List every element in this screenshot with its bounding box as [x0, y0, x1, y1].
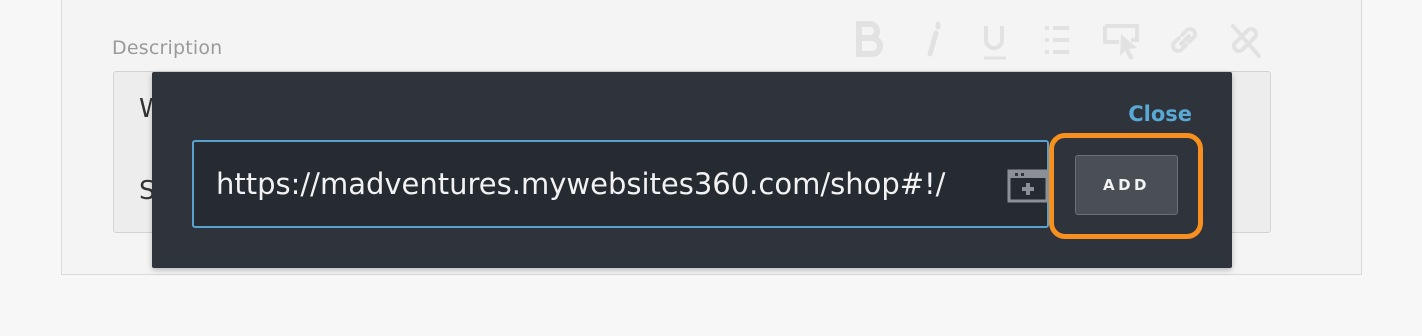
url-input[interactable] [216, 160, 996, 208]
underline-icon[interactable] [976, 18, 1016, 62]
unlink-icon[interactable] [1225, 18, 1265, 62]
description-label: Description [112, 37, 223, 59]
list-icon[interactable] [1039, 18, 1079, 62]
bold-icon[interactable] [852, 18, 892, 62]
editor-toolbar [852, 18, 1272, 62]
italic-icon[interactable] [916, 18, 956, 62]
add-button[interactable]: ADD [1075, 155, 1178, 215]
select-icon[interactable] [1101, 18, 1141, 62]
link-icon[interactable] [1164, 18, 1204, 62]
browse-page-icon[interactable] [1007, 169, 1049, 203]
close-link[interactable]: Close [1128, 102, 1192, 126]
link-popover: Close ADD [152, 72, 1232, 268]
url-field[interactable] [192, 140, 1049, 228]
